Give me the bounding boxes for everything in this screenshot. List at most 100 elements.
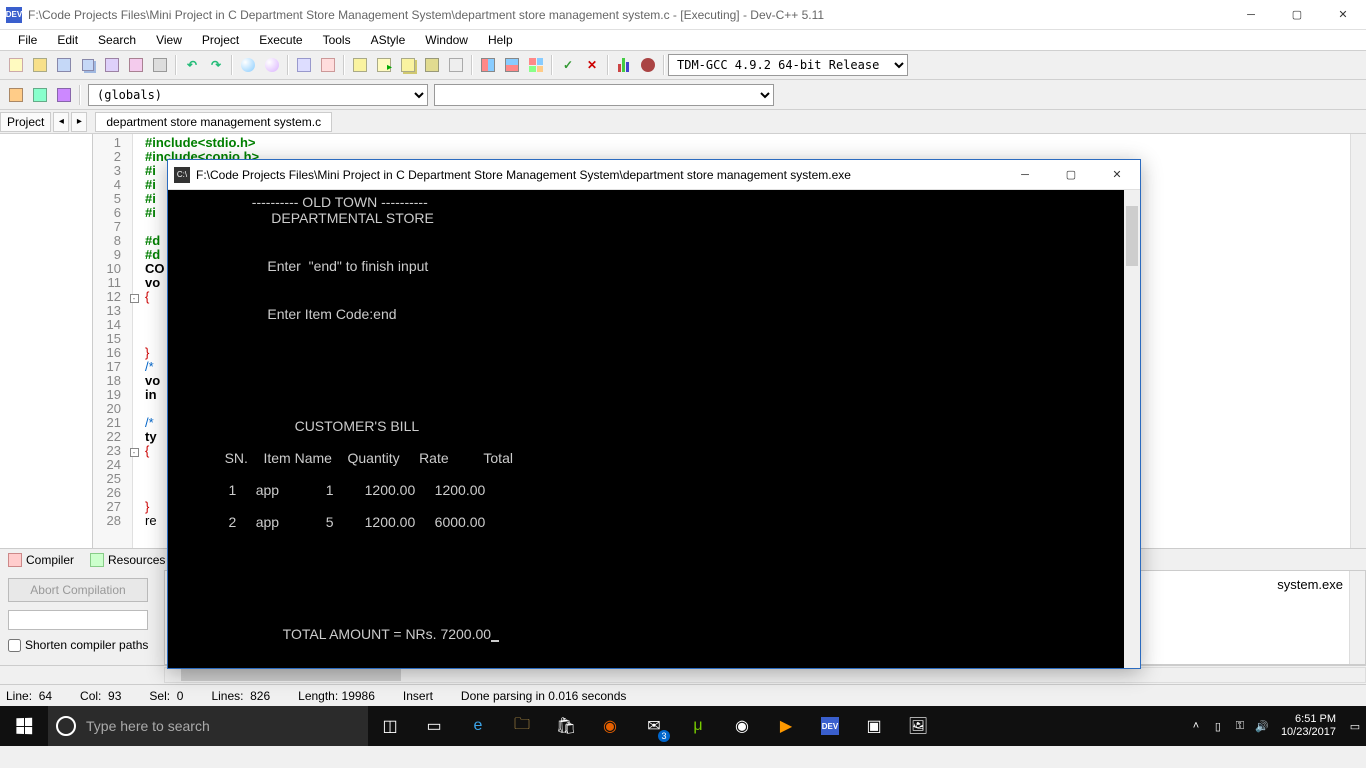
menu-window[interactable]: Window — [415, 31, 478, 49]
layout1-button[interactable] — [477, 54, 499, 76]
layout3-button[interactable] — [525, 54, 547, 76]
task-view-icon[interactable]: ◫ — [368, 706, 412, 746]
store-icon[interactable]: 🛍 — [544, 706, 588, 746]
utorrent-icon[interactable]: μ — [676, 706, 720, 746]
media-icon[interactable]: ▶ — [764, 706, 808, 746]
firefox-icon[interactable]: ◉ — [588, 706, 632, 746]
menu-astyle[interactable]: AStyle — [361, 31, 416, 49]
editor-hscrollbar[interactable] — [164, 667, 1366, 683]
find-button[interactable] — [237, 54, 259, 76]
console-taskbar-icon[interactable]: ▣ — [852, 706, 896, 746]
taskbar-clock[interactable]: 6:51 PM 10/23/2017 — [1273, 713, 1344, 739]
bookmark-button[interactable] — [317, 54, 339, 76]
cortana-icon — [56, 716, 76, 736]
menu-help[interactable]: Help — [478, 31, 523, 49]
tray-up-icon[interactable]: ˄ — [1185, 720, 1207, 732]
mail-icon[interactable]: ✉3 — [632, 706, 676, 746]
rebuild-button[interactable] — [421, 54, 443, 76]
compile-run-button[interactable] — [397, 54, 419, 76]
file-tab[interactable]: department store management system.c — [95, 112, 332, 132]
globals-select[interactable]: (globals) — [88, 84, 428, 106]
syntax-check-button[interactable]: ✓ — [557, 54, 579, 76]
tab-prev-button[interactable]: ◂ — [53, 112, 69, 132]
wifi-icon[interactable]: ⚿ — [1229, 720, 1251, 733]
tab-resources[interactable]: Resources — [82, 551, 173, 569]
menu-view[interactable]: View — [146, 31, 192, 49]
maximize-button[interactable]: ▢ — [1274, 0, 1320, 30]
tab-header: Project ◂ ▸ department store management … — [0, 110, 1366, 134]
menu-tools[interactable]: Tools — [313, 31, 361, 49]
console-title: F:\Code Projects Files\Mini Project in C… — [196, 168, 1002, 182]
chrome-icon[interactable]: ◉ — [720, 706, 764, 746]
debug-icon-button[interactable] — [637, 54, 659, 76]
status-lines: Lines: 826 — [211, 689, 270, 703]
clear-button[interactable]: ✕ — [581, 54, 603, 76]
statusbar: Line: 64 Col: 93 Sel: 0 Lines: 826 Lengt… — [0, 684, 1366, 706]
toggle3-button[interactable] — [53, 84, 75, 106]
status-length: Length: 19986 — [298, 689, 375, 703]
editor-scrollbar[interactable] — [1350, 134, 1366, 548]
replace-button[interactable] — [261, 54, 283, 76]
save-as-button[interactable] — [101, 54, 123, 76]
console-window: C:\ F:\Code Projects Files\Mini Project … — [167, 159, 1141, 669]
status-insert: Insert — [403, 689, 433, 703]
print-button[interactable] — [149, 54, 171, 76]
fold-toggle[interactable]: - — [130, 448, 139, 457]
fold-toggle[interactable]: - — [130, 294, 139, 303]
console-scrollbar[interactable] — [1124, 190, 1140, 668]
console-close-button[interactable]: ✕ — [1094, 160, 1140, 190]
console-minimize-button[interactable]: ─ — [1002, 160, 1048, 190]
debug-button[interactable] — [445, 54, 467, 76]
profile-button[interactable] — [613, 54, 635, 76]
compiler-output-text: system.exe — [1277, 577, 1343, 592]
app-icon: DEV — [6, 7, 22, 23]
devcpp-taskbar-icon[interactable]: DEV — [808, 706, 852, 746]
tab-next-button[interactable]: ▸ — [71, 112, 87, 132]
project-panel-label[interactable]: Project — [0, 112, 51, 132]
run-button[interactable]: ▸ — [373, 54, 395, 76]
new-file-button[interactable] — [5, 54, 27, 76]
close-button[interactable]: ✕ — [1320, 0, 1366, 30]
layout2-button[interactable] — [501, 54, 523, 76]
taskview2-icon[interactable]: ▭ — [412, 706, 456, 746]
battery-icon[interactable]: ▯ — [1207, 720, 1229, 733]
edge-icon[interactable]: e — [456, 706, 500, 746]
compile-button[interactable] — [349, 54, 371, 76]
explorer-icon[interactable]: 🗀 — [500, 706, 544, 746]
status-line: Line: 64 — [6, 689, 52, 703]
toggle2-button[interactable] — [29, 84, 51, 106]
undo-button[interactable]: ↶ — [181, 54, 203, 76]
status-sel: Sel: 0 — [149, 689, 183, 703]
compiler-progress — [8, 610, 148, 630]
compiler-select[interactable]: TDM-GCC 4.9.2 64-bit Release — [668, 54, 908, 76]
console-body[interactable]: ---------- OLD TOWN ---------- DEPARTMEN… — [168, 190, 1140, 668]
menu-execute[interactable]: Execute — [249, 31, 312, 49]
menu-project[interactable]: Project — [192, 31, 249, 49]
toggle1-button[interactable] — [5, 84, 27, 106]
volume-icon[interactable]: 🔊 — [1251, 720, 1273, 733]
open-file-button[interactable] — [29, 54, 51, 76]
tab-compiler[interactable]: Compiler — [0, 551, 82, 569]
output-scrollbar[interactable] — [1349, 571, 1365, 664]
close-file-button[interactable] — [125, 54, 147, 76]
project-tree[interactable] — [0, 134, 93, 548]
goto-button[interactable] — [293, 54, 315, 76]
console-maximize-button[interactable]: ▢ — [1048, 160, 1094, 190]
minimize-button[interactable]: ─ — [1228, 0, 1274, 30]
window-title: F:\Code Projects Files\Mini Project in C… — [28, 8, 1228, 22]
redo-button[interactable]: ↷ — [205, 54, 227, 76]
scope-select[interactable] — [434, 84, 774, 106]
save-button[interactable] — [53, 54, 75, 76]
notifications-icon[interactable]: ▭ — [1344, 720, 1366, 733]
menu-search[interactable]: Search — [88, 31, 146, 49]
console-titlebar[interactable]: C:\ F:\Code Projects Files\Mini Project … — [168, 160, 1140, 190]
pictures-icon[interactable]: 🖼 — [896, 706, 940, 746]
shorten-paths-checkbox[interactable]: Shorten compiler paths — [8, 638, 156, 652]
menubar: File Edit Search View Project Execute To… — [0, 30, 1366, 50]
taskbar-search[interactable]: Type here to search — [48, 706, 368, 746]
save-all-button[interactable] — [77, 54, 99, 76]
menu-file[interactable]: File — [8, 31, 47, 49]
menu-edit[interactable]: Edit — [47, 31, 88, 49]
status-col: Col: 93 — [80, 689, 121, 703]
start-button[interactable] — [0, 706, 48, 746]
